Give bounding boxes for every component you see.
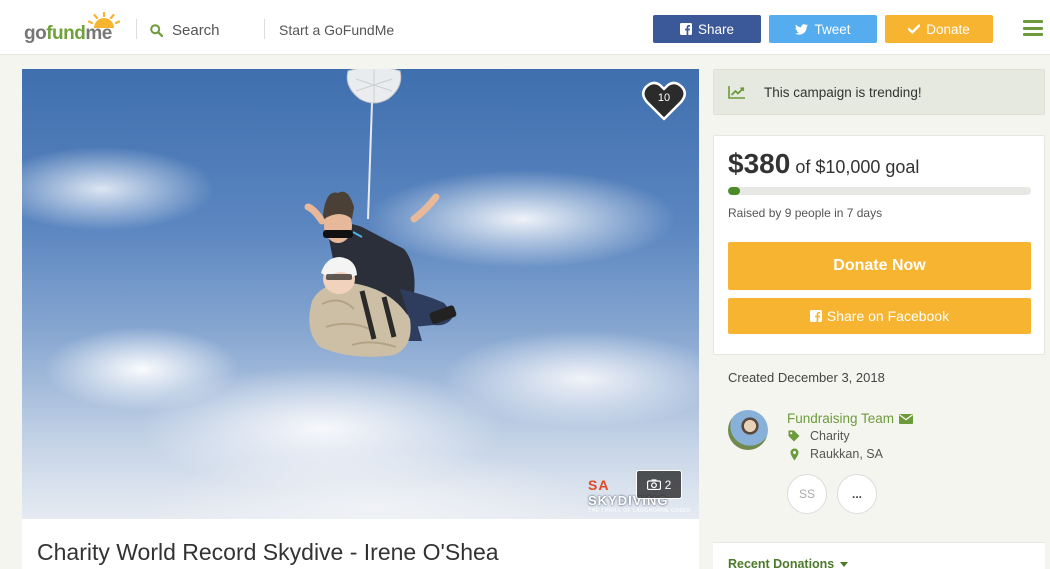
campaign-location: Raukkan, SA: [787, 447, 883, 461]
twitter-icon: [795, 23, 809, 35]
tweet-button[interactable]: Tweet: [769, 15, 877, 43]
share-button[interactable]: Share: [653, 15, 761, 43]
header-divider: [264, 19, 265, 39]
trending-text: This campaign is trending!: [764, 84, 922, 100]
raised-by-text: Raised by 9 people in 7 days: [728, 206, 883, 220]
facebook-icon: [809, 310, 822, 322]
check-icon: [908, 24, 921, 34]
gofundme-logo[interactable]: gofundme: [24, 12, 120, 44]
share-button-label: Share: [697, 21, 735, 37]
facebook-icon: [679, 23, 692, 35]
progress-bar: [728, 187, 1031, 195]
campaign-title-card: Charity World Record Skydive - Irene O'S…: [22, 519, 699, 569]
hamburger-menu-icon[interactable]: [1023, 20, 1043, 36]
trending-banner: This campaign is trending!: [713, 69, 1045, 115]
top-header: gofundme Search Start a GoFundMe Share T…: [0, 0, 1050, 55]
tag-icon: [788, 430, 800, 442]
team-member-avatar[interactable]: SS: [787, 474, 827, 514]
header-donate-label: Donate: [926, 21, 970, 37]
recent-donations-section: Recent Donations: [713, 542, 1045, 569]
search-label: Search: [172, 21, 220, 39]
raised-amount: $380: [728, 148, 791, 179]
category-label[interactable]: Charity: [810, 429, 850, 443]
logo-text: gofundme: [24, 23, 112, 44]
organizer-avatar[interactable]: [728, 410, 768, 450]
favorite-count: 10: [657, 92, 671, 104]
team-label: Fundraising Team: [787, 411, 895, 426]
header-divider: [136, 19, 137, 39]
caret-down-icon: [840, 561, 849, 567]
location-label: Raukkan, SA: [810, 447, 883, 461]
favorite-button[interactable]: 10: [641, 81, 687, 121]
camera-icon: [646, 479, 661, 490]
campaign-category: Charity: [787, 429, 850, 443]
envelope-icon[interactable]: [899, 413, 914, 424]
share-facebook-label: Share on Facebook: [826, 308, 950, 324]
created-date: Created December 3, 2018: [728, 370, 885, 385]
photo-count: 2: [664, 477, 672, 492]
fundraising-team-link[interactable]: Fundraising Team: [787, 411, 914, 426]
progress-fill: [728, 187, 740, 195]
campaign-title: Charity World Record Skydive - Irene O'S…: [37, 539, 499, 565]
header-donate-button[interactable]: Donate: [885, 15, 993, 43]
start-gofundme-link[interactable]: Start a GoFundMe: [279, 22, 394, 38]
trend-chart-icon: [728, 86, 745, 99]
raised-summary: $380 of $10,000 goal: [728, 148, 919, 180]
recent-donations-toggle[interactable]: Recent Donations: [728, 557, 849, 569]
skydiver-illustration: [304, 69, 457, 357]
share-on-facebook-button[interactable]: Share on Facebook: [728, 298, 1031, 334]
tweet-button-label: Tweet: [814, 21, 851, 37]
map-pin-icon: [790, 448, 798, 460]
donation-card: $380 of $10,000 goal Raised by 9 people …: [713, 135, 1045, 355]
photo-gallery-button[interactable]: 2: [636, 470, 682, 499]
search-icon: [150, 23, 163, 37]
campaign-hero-image[interactable]: 10 SA SKYDIVING THE THRILL OF LANGHORNE …: [22, 69, 699, 519]
goal-text: of $10,000 goal: [795, 157, 920, 177]
donate-now-button[interactable]: Donate Now: [728, 242, 1031, 290]
more-team-members-button[interactable]: ...: [837, 474, 877, 514]
search-link[interactable]: Search: [150, 20, 220, 40]
recent-donations-label: Recent Donations: [728, 557, 835, 569]
